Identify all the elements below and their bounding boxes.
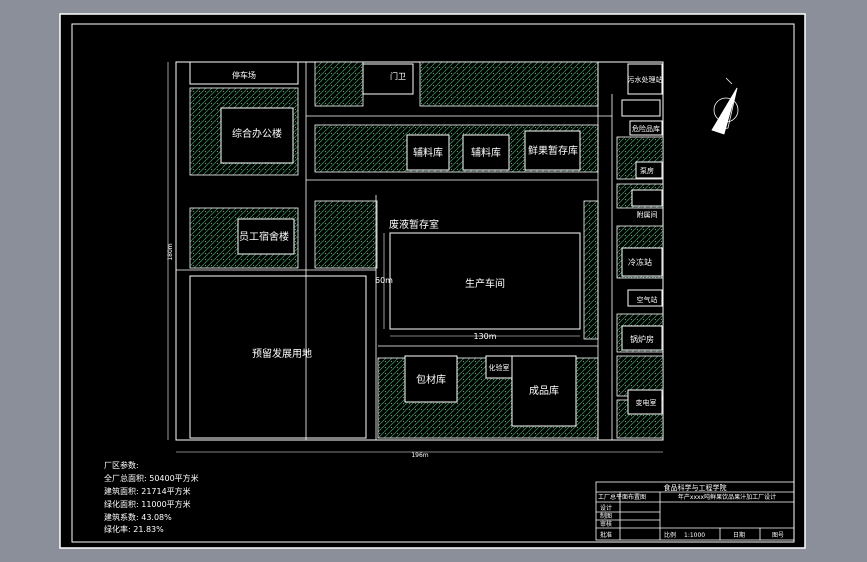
title-scale-label: 比例 bbox=[664, 531, 676, 539]
site-plan-drawing: 停车场 综合办公楼 门卫 辅料库 辅料库 鲜果暂存库 员工宿舍楼 废液暂存室 生… bbox=[59, 13, 806, 549]
title-school: 食品科学与工程学院 bbox=[664, 483, 727, 492]
title-row-approve: 批准 bbox=[600, 531, 612, 539]
label-lab: 化验室 bbox=[489, 363, 510, 372]
label-ancillary: 附属间 bbox=[637, 210, 658, 219]
label-pump: 泵房 bbox=[640, 166, 654, 175]
label-product: 成品库 bbox=[529, 384, 559, 397]
label-guard-top: 门卫 bbox=[390, 71, 406, 81]
label-wastewater: 污水处理站 bbox=[628, 75, 663, 84]
label-raw-material: 辅料库 bbox=[413, 146, 443, 159]
label-reserve: 预留发展用地 bbox=[252, 347, 312, 360]
dim-total-length: 196m bbox=[411, 452, 428, 459]
label-aux-material: 辅料库 bbox=[471, 146, 501, 159]
green-top-2 bbox=[419, 61, 599, 107]
label-staff-dorm: 员工宿舍楼 bbox=[239, 230, 289, 243]
label-air-station: 空气站 bbox=[637, 295, 658, 304]
title-sheet-label: 图号 bbox=[772, 532, 784, 539]
east-small-1 bbox=[621, 99, 661, 117]
stats-line-2: 建筑面积: 21714平方米 bbox=[104, 486, 191, 496]
stats-line-3: 绿化面积: 11000平方米 bbox=[104, 499, 191, 509]
label-boiler: 锅炉房 bbox=[630, 334, 654, 344]
title-row-design: 设计 bbox=[600, 504, 612, 512]
label-storage-side: 危险品库 bbox=[632, 124, 660, 133]
label-transformer: 变电室 bbox=[636, 398, 657, 407]
stats-line-4: 建筑系数: 43.08% bbox=[104, 512, 172, 522]
label-fresh-store: 鲜果暂存库 bbox=[528, 144, 578, 157]
label-office: 综合办公楼 bbox=[232, 127, 282, 140]
title-row-check: 审核 bbox=[600, 520, 612, 528]
dim-workshop-width: 60m bbox=[375, 276, 393, 285]
title-project: 年产xxxx吨鲜果饮品果汁加工厂设计 bbox=[678, 493, 776, 501]
label-packing: 包材库 bbox=[416, 373, 446, 386]
green-right-strip bbox=[583, 200, 599, 340]
label-waste-store: 废液暂存室 bbox=[389, 218, 439, 231]
title-scale-value: 1:1000 bbox=[684, 532, 705, 539]
stats-heading: 厂区参数: bbox=[104, 460, 139, 470]
dim-workshop-length: 130m bbox=[473, 332, 496, 341]
label-workshop: 生产车间 bbox=[465, 277, 505, 290]
dim-total-height: 180m bbox=[167, 243, 174, 260]
stats-line-5: 绿化率: 21.83% bbox=[104, 524, 164, 534]
green-mid-left bbox=[314, 200, 378, 269]
green-top-1 bbox=[314, 61, 364, 107]
title-row-draw: 制图 bbox=[600, 512, 612, 520]
title-drawing: 工厂总平面布置图 bbox=[598, 493, 646, 501]
label-parking: 停车场 bbox=[232, 70, 256, 80]
east-small-4 bbox=[631, 189, 663, 207]
stats-line-1: 全厂总面积: 50400平方米 bbox=[104, 473, 199, 483]
title-date-label: 日期 bbox=[733, 531, 745, 539]
label-cooling: 冷冻站 bbox=[628, 257, 652, 267]
